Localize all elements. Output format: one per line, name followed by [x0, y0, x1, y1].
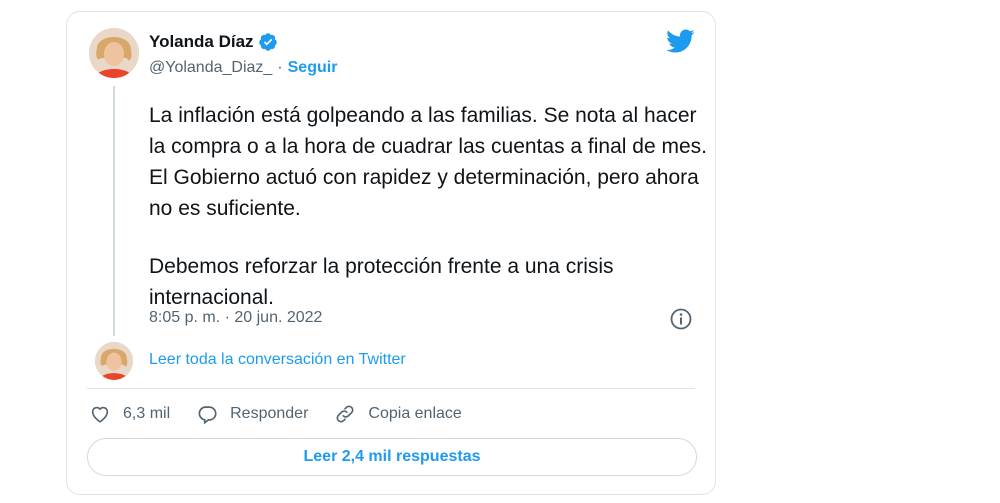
- copy-link-button[interactable]: Copia enlace: [334, 403, 462, 425]
- author-avatar[interactable]: [89, 28, 139, 78]
- tweet-paragraph-1: La inflación está golpeando a las famili…: [149, 104, 707, 220]
- reply-icon: [198, 406, 217, 425]
- likes-count: 6,3 mil: [123, 405, 171, 422]
- separator: ·: [277, 59, 283, 76]
- reply-button[interactable]: Responder: [196, 403, 308, 425]
- follow-button[interactable]: Seguir: [288, 59, 338, 77]
- tweet-paragraph-2: Debemos reforzar la protección frente a …: [149, 255, 614, 309]
- divider: [87, 388, 695, 389]
- copy-link-label: Copia enlace: [368, 405, 462, 422]
- link-icon: [336, 405, 354, 423]
- action-bar: 6,3 mil Responder Copia enlace: [89, 403, 488, 425]
- tweet-text: La inflación está golpeando a las famili…: [149, 100, 709, 313]
- author-handle[interactable]: @Yolanda_Diaz_: [149, 59, 272, 77]
- tweet-timestamp[interactable]: 8:05 p. m. · 20 jun. 2022: [149, 309, 322, 327]
- heart-icon: [91, 406, 109, 423]
- author-name-row: Yolanda Díaz: [149, 32, 278, 52]
- verified-badge-icon: [258, 33, 277, 51]
- reply-label: Responder: [230, 405, 309, 422]
- read-conversation-link[interactable]: Leer toda la conversación en Twitter: [149, 351, 406, 369]
- info-icon[interactable]: [669, 307, 693, 331]
- tweet-card: Yolanda Díaz @Yolanda_Diaz_ · Seguir La …: [66, 11, 716, 495]
- read-replies-button[interactable]: Leer 2,4 mil respuestas: [87, 438, 697, 476]
- conversation-avatar[interactable]: [95, 342, 133, 380]
- twitter-bird-icon[interactable]: [665, 28, 695, 54]
- author-name[interactable]: Yolanda Díaz: [149, 32, 254, 52]
- thread-line: [113, 86, 115, 336]
- like-button[interactable]: 6,3 mil: [89, 403, 170, 425]
- author-handle-row: @Yolanda_Diaz_ · Seguir: [149, 59, 337, 77]
